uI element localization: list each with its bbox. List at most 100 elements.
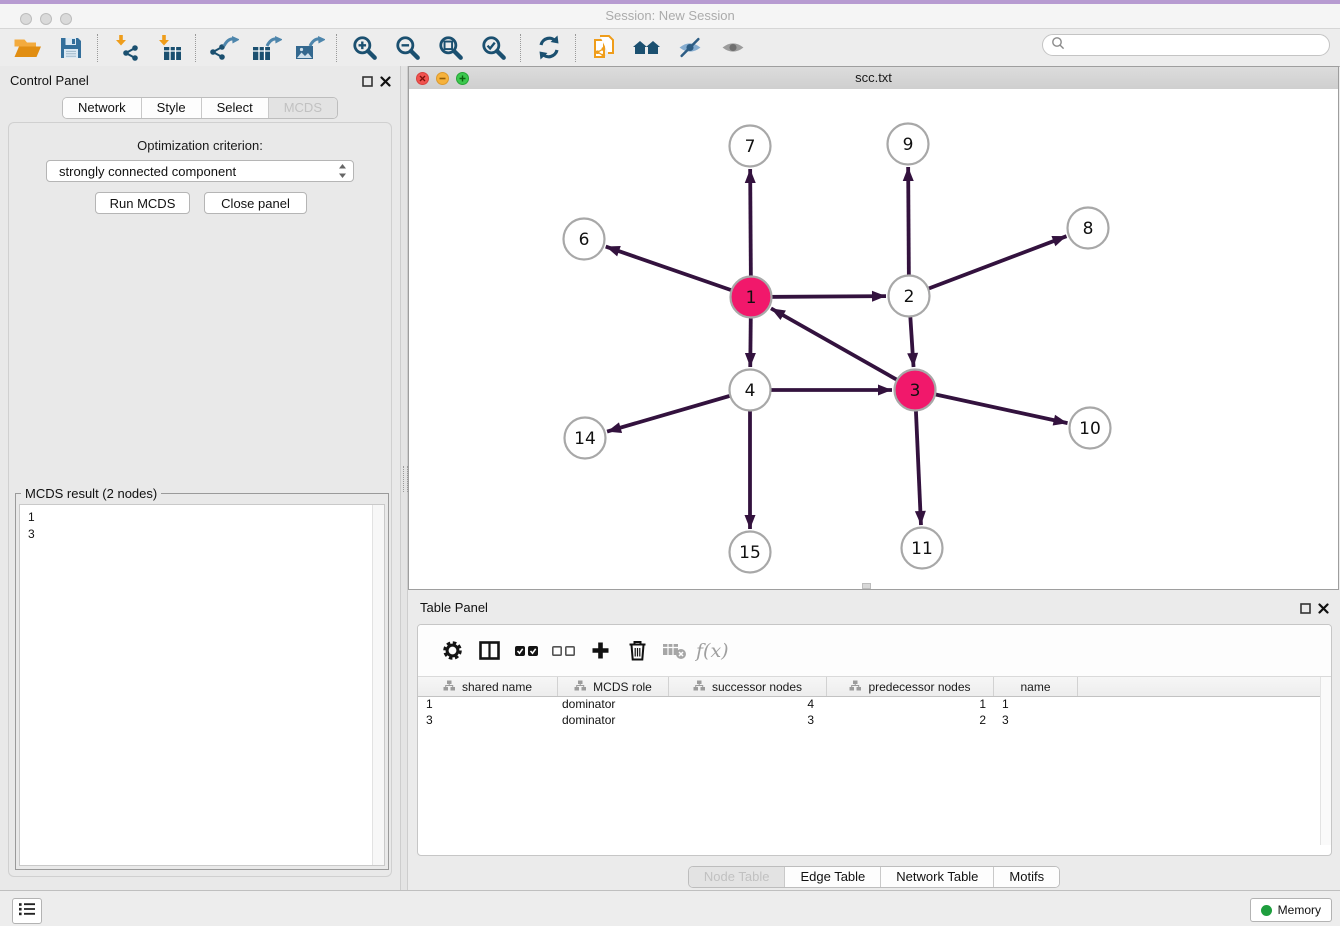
mcds-result-scrollbar[interactable] [372,505,384,865]
gear-icon[interactable] [434,636,471,666]
search-icon [1051,36,1065,55]
table-row[interactable]: 1dominator411 [418,697,1331,713]
edge-3-1[interactable] [771,308,915,390]
column-header-name[interactable]: name [994,677,1078,696]
tab-node-table[interactable]: Node Table [689,867,785,887]
cell-MCDS-role[interactable]: dominator [558,713,669,729]
import-network-icon[interactable] [104,32,147,64]
column-header-MCDS-role[interactable]: MCDS role [558,677,669,696]
toolbar-separator [336,34,338,62]
cell-MCDS-role[interactable]: dominator [558,697,669,713]
edge-3-10[interactable] [915,390,1068,423]
svg-text:3: 3 [910,381,921,401]
trash-icon[interactable] [619,636,656,666]
close-panel-button[interactable]: Close panel [204,192,307,214]
toolbar-separator [97,34,99,62]
import-table-icon[interactable] [147,32,190,64]
cell-shared-name[interactable]: 1 [418,697,558,713]
tab-network[interactable]: Network [63,98,141,118]
search-input[interactable] [1070,37,1329,53]
export-network-icon[interactable] [202,32,245,64]
table-row[interactable]: 3dominator323 [418,713,1331,729]
search-field[interactable] [1042,34,1330,56]
task-history-button[interactable] [12,898,42,924]
network-canvas[interactable]: 7 9 6 8 1 2 4 3 14 10 15 11 [409,89,1338,589]
toolbar-separator [575,34,577,62]
node-14[interactable]: 14 [565,418,606,459]
mcds-result-title: MCDS result (2 nodes) [21,486,161,501]
node-7[interactable]: 7 [730,126,771,167]
cell-name[interactable]: 1 [994,697,1078,713]
cell-predecessor-nodes[interactable]: 2 [827,713,994,729]
node-11[interactable]: 11 [902,528,943,569]
svg-text:f(x): f(x) [695,640,729,662]
node-10[interactable]: 10 [1070,408,1111,449]
table-close-panel-icon[interactable] [1316,601,1330,615]
zoom-in-icon[interactable] [343,32,386,64]
column-header-label: name [1020,680,1050,694]
float-panel-icon[interactable] [360,74,374,88]
table-float-panel-icon[interactable] [1298,601,1312,615]
home-icon[interactable] [625,32,668,64]
split-columns-icon[interactable] [471,636,508,666]
add-icon[interactable] [582,636,619,666]
tab-edge-table[interactable]: Edge Table [784,867,880,887]
column-tree-icon [574,680,586,694]
zoom-out-icon[interactable] [386,32,429,64]
edge-1-6[interactable] [606,247,751,297]
export-image-icon[interactable] [288,32,331,64]
node-3[interactable]: 3 [895,370,936,411]
cell-predecessor-nodes[interactable]: 1 [827,697,994,713]
toolbar-separator [520,34,522,62]
column-header-successor-nodes[interactable]: successor nodes [669,677,827,696]
select-all-icon[interactable] [508,636,545,666]
zoom-selected-icon[interactable] [472,32,515,64]
svg-text:11: 11 [911,539,933,559]
optimization-select[interactable]: strongly connected component [46,160,354,182]
mcds-panel: Optimization criterion: strongly connect… [8,122,392,877]
tab-mcds[interactable]: MCDS [268,98,337,118]
zoom-fit-icon[interactable] [429,32,472,64]
hide-selected-icon[interactable] [668,32,711,64]
memory-button[interactable]: Memory [1250,898,1332,922]
node-6[interactable]: 6 [564,219,605,260]
node-1[interactable]: 1 [731,277,772,318]
column-header-shared-name[interactable]: shared name [418,677,558,696]
node-2[interactable]: 2 [889,276,930,317]
mcds-result-group: MCDS result (2 nodes) 13 [15,493,389,870]
open-session-icon[interactable] [6,32,49,64]
cell-successor-nodes[interactable]: 3 [669,713,827,729]
tab-network-table[interactable]: Network Table [880,867,993,887]
save-session-icon[interactable] [49,32,92,64]
tab-select[interactable]: Select [201,98,268,118]
list-icon [18,901,36,922]
node-4[interactable]: 4 [730,370,771,411]
cell-successor-nodes[interactable]: 4 [669,697,827,713]
node-9[interactable]: 9 [888,124,929,165]
vertical-splitter[interactable] [400,66,408,890]
deselect-all-icon[interactable] [545,636,582,666]
refresh-icon[interactable] [527,32,570,64]
canvas-resize-grip[interactable] [862,583,871,589]
optimization-select-value: strongly connected component [59,164,236,179]
tab-style[interactable]: Style [141,98,201,118]
column-header-predecessor-nodes[interactable]: predecessor nodes [827,677,994,696]
svg-text:4: 4 [745,381,756,401]
close-panel-icon[interactable] [378,74,392,88]
show-all-icon[interactable] [711,32,754,64]
edge-4-14[interactable] [607,390,750,432]
edge-2-8[interactable] [909,236,1066,296]
node-8[interactable]: 8 [1068,208,1109,249]
node-15[interactable]: 15 [730,532,771,573]
run-mcds-button[interactable]: Run MCDS [95,192,190,214]
table-vertical-scrollbar[interactable] [1320,677,1331,845]
column-tree-icon [693,680,705,694]
first-neighbors-icon[interactable] [582,32,625,64]
mcds-result-textarea[interactable]: 13 [19,504,385,866]
export-table-icon[interactable] [245,32,288,64]
network-window-titlebar[interactable]: scc.txt [409,67,1338,90]
svg-text:1: 1 [746,288,757,308]
cell-name[interactable]: 3 [994,713,1078,729]
tab-motifs[interactable]: Motifs [993,867,1059,887]
cell-shared-name[interactable]: 3 [418,713,558,729]
